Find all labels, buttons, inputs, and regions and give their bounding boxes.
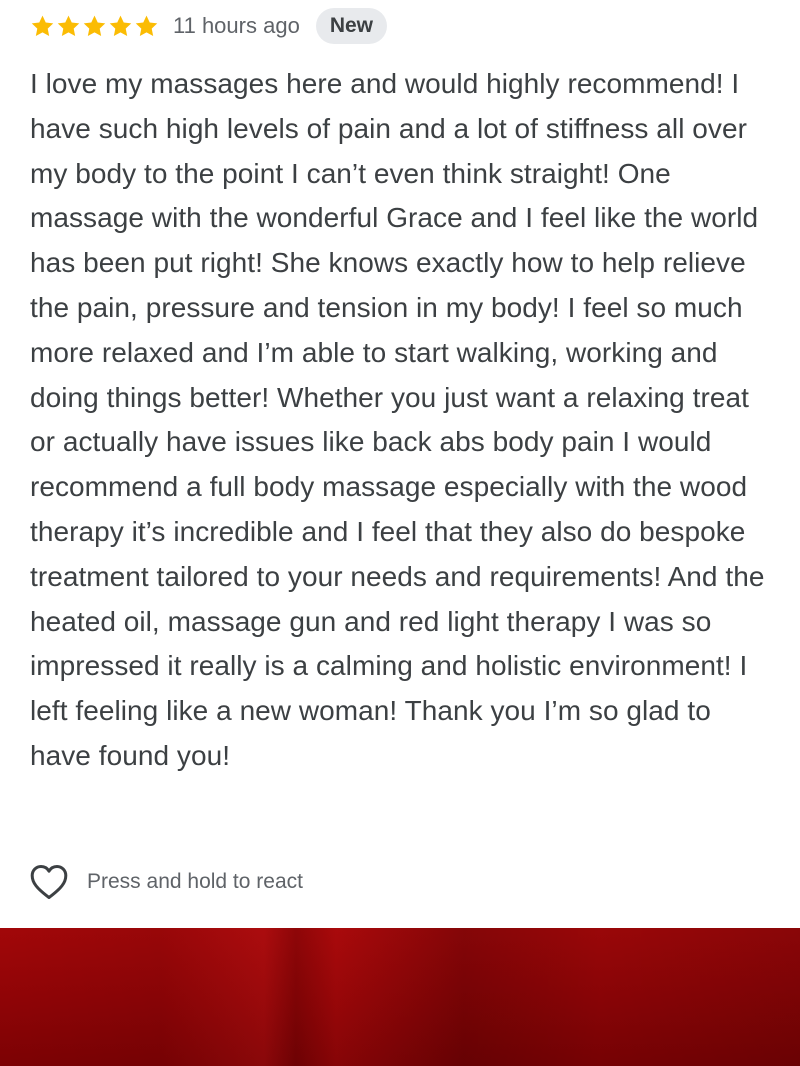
review-text: I love my massages here and would highly… bbox=[30, 68, 765, 771]
star-icon bbox=[109, 15, 132, 36]
review-card: 11 hours ago New I love my massages here… bbox=[0, 0, 800, 928]
star-icon bbox=[135, 15, 158, 36]
media-preview[interactable] bbox=[0, 928, 800, 1066]
heart-outline-icon bbox=[30, 865, 68, 899]
star-rating bbox=[30, 14, 159, 39]
react-button[interactable]: Press and hold to react bbox=[30, 862, 303, 902]
new-badge: New bbox=[315, 8, 387, 44]
star-icon bbox=[31, 15, 54, 36]
review-header: 11 hours ago New bbox=[30, 8, 387, 44]
star-icon bbox=[57, 15, 80, 36]
review-time: 11 hours ago bbox=[173, 13, 300, 38]
star-icon bbox=[83, 15, 106, 36]
react-label: Press and hold to react bbox=[87, 870, 303, 893]
